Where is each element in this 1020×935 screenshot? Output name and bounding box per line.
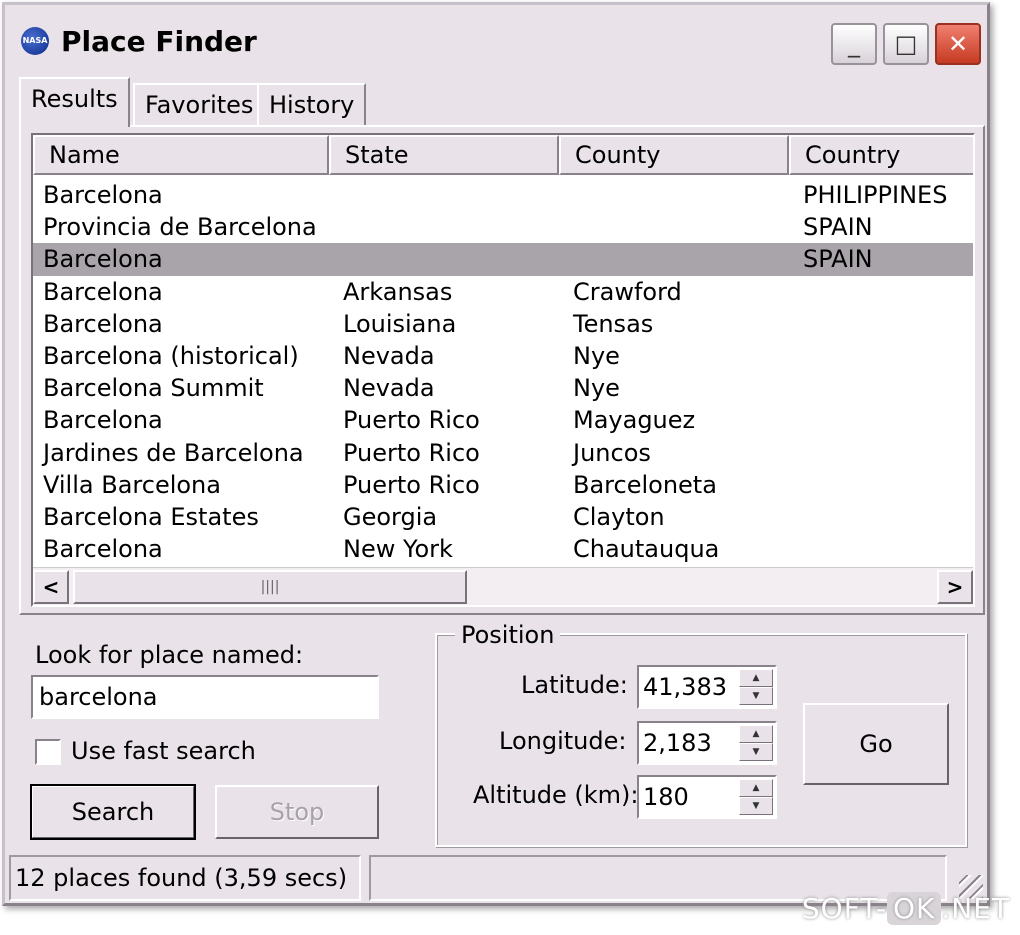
fast-search-checkbox[interactable] [35,739,61,765]
cell-name: Barcelona Estates [43,502,259,531]
cell-name: Barcelona [43,277,163,306]
tab-favorites[interactable]: Favorites [133,83,266,125]
latitude-spin-buttons: ▲ ▼ [739,669,773,705]
latitude-up-button[interactable]: ▲ [739,669,773,687]
horizontal-scrollbar[interactable]: < |||| > [33,567,973,605]
latitude-value[interactable]: 41,383 [643,667,727,707]
results-tab-panel: Name State County Country Barcelona PHILI… [19,125,985,615]
cell-country: SPAIN [803,213,873,242]
cell-name: Jardines de Barcelona [43,438,304,467]
cell-name: Barcelona (historical) [43,341,299,370]
cell-state: Puerto Rico [343,406,480,435]
cell-country: SPAIN [803,245,873,274]
table-row[interactable]: Barcelona Arkansas Crawford [33,276,973,308]
table-row[interactable]: Jardines de Barcelona Puerto Rico Juncos [33,437,973,469]
longitude-label: Longitude: [499,727,627,755]
table-row[interactable]: Barcelona PHILIPPINES [33,179,973,211]
search-label: Look for place named: [35,641,304,669]
column-header-county[interactable]: County [559,135,789,175]
cell-county: Crawford [573,277,682,306]
longitude-up-button[interactable]: ▲ [739,725,773,743]
cell-state: Nevada [343,341,435,370]
column-header-state[interactable]: State [329,135,559,175]
altitude-value[interactable]: 180 [643,777,689,817]
watermark-right: .NET [941,892,1010,925]
tab-results[interactable]: Results [19,77,130,127]
place-finder-window: NASA Place Finder _ □ ✕ Results Favorite… [2,2,990,906]
title-bar[interactable]: NASA Place Finder _ □ ✕ [5,5,987,69]
cell-state: Nevada [343,374,435,403]
scroll-right-button[interactable]: > [937,570,973,604]
cell-county: Nye [573,341,620,370]
altitude-up-button[interactable]: ▲ [739,779,773,797]
fast-search-label: Use fast search [71,737,256,765]
results-rows: Barcelona PHILIPPINES Provincia de Barcelo… [33,179,973,565]
table-row[interactable]: Provincia de Barcelona SPAIN [33,211,973,243]
altitude-spinner[interactable]: 180 ▲ ▼ [637,775,777,819]
place-name-input[interactable]: barcelona [31,675,379,719]
latitude-label: Latitude: [521,671,628,699]
cell-name: Barcelona Summit [43,374,264,403]
watermark-ok: OK [886,892,942,925]
minimize-button[interactable]: _ [831,23,877,65]
cell-name: Barcelona [43,406,163,435]
cell-county: Barceloneta [573,470,717,499]
window-title: Place Finder [61,25,257,58]
table-row[interactable]: Barcelona Louisiana Tensas [33,308,973,340]
table-row[interactable]: Barcelona Puerto Rico Mayaguez [33,404,973,436]
cell-state: New York [343,535,453,564]
table-row[interactable]: Barcelona (historical) Nevada Nye [33,340,973,372]
status-text: 12 places found (3,59 secs) [9,855,361,901]
results-header: Name State County Country [33,135,973,175]
table-row[interactable]: Villa Barcelona Puerto Rico Barceloneta [33,469,973,501]
cell-state: Arkansas [343,277,453,306]
results-list[interactable]: Name State County Country Barcelona PHILI… [31,133,975,607]
table-row[interactable]: Barcelona New York Chautauqua [33,533,973,565]
cell-county: Mayaguez [573,406,696,435]
cell-name: Villa Barcelona [43,470,221,499]
table-row[interactable]: Barcelona Summit Nevada Nye [33,372,973,404]
cell-county: Tensas [573,309,654,338]
altitude-spin-buttons: ▲ ▼ [739,779,773,815]
altitude-label: Altitude (km): [473,781,639,809]
cell-name: Provincia de Barcelona [43,213,317,242]
longitude-spinner[interactable]: 2,183 ▲ ▼ [637,721,777,765]
column-header-country[interactable]: Country [789,135,973,175]
table-row[interactable]: Barcelona SPAIN [33,243,973,276]
close-button[interactable]: ✕ [935,23,981,65]
cell-state: Louisiana [343,309,457,338]
cell-county: Chautauqua [573,535,720,564]
longitude-value[interactable]: 2,183 [643,723,712,763]
tab-history[interactable]: History [257,83,367,125]
watermark-left: SOFT- [801,892,887,925]
cell-name: Barcelona [43,245,163,274]
stop-button[interactable]: Stop [215,785,379,839]
scroll-thumb[interactable]: |||| [73,570,467,604]
cell-name: Barcelona [43,309,163,338]
scroll-left-button[interactable]: < [33,570,69,604]
maximize-button[interactable]: □ [883,23,929,65]
watermark: SOFT- OK .NET [802,892,1010,925]
cell-state: Puerto Rico [343,470,480,499]
longitude-down-button[interactable]: ▼ [739,743,773,761]
cell-state: Puerto Rico [343,438,480,467]
cell-county: Juncos [573,438,651,467]
latitude-spinner[interactable]: 41,383 ▲ ▼ [637,665,777,709]
altitude-down-button[interactable]: ▼ [739,797,773,815]
search-button[interactable]: Search [30,784,196,840]
column-header-name[interactable]: Name [33,135,329,175]
cell-state: Georgia [343,502,438,531]
cell-county: Clayton [573,502,665,531]
cell-name: Barcelona [43,535,163,564]
nasa-logo-icon: NASA [21,27,49,55]
longitude-spin-buttons: ▲ ▼ [739,725,773,761]
go-button[interactable]: Go [803,703,949,785]
table-row[interactable]: Barcelona Estates Georgia Clayton [33,501,973,533]
position-group-title: Position [455,621,561,649]
latitude-down-button[interactable]: ▼ [739,687,773,705]
cell-county: Nye [573,374,620,403]
cell-country: PHILIPPINES [803,181,948,209]
cell-name: Barcelona [43,181,163,209]
